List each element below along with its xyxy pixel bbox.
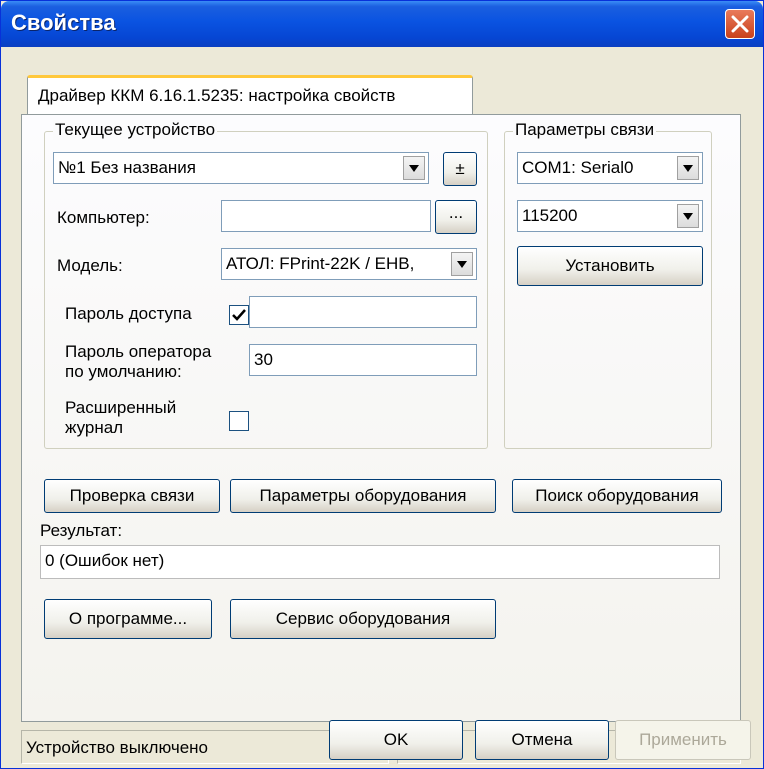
access-password-checkbox[interactable] xyxy=(229,305,249,325)
extended-log-checkbox[interactable] xyxy=(229,411,249,431)
connection-params-group: Параметры связи COM1: Serial0 115200 Уст… xyxy=(504,120,712,449)
chevron-down-icon[interactable] xyxy=(451,252,473,276)
set-connection-button[interactable]: Установить xyxy=(517,246,703,286)
title-bar[interactable]: Свойства xyxy=(1,1,763,47)
result-label: Результат: xyxy=(40,521,123,540)
operator-password-label-line1: Пароль оператора xyxy=(65,342,212,361)
model-select[interactable]: АТОЛ: FPrint-22K / ЕНВ, xyxy=(221,248,477,280)
device-select-value: №1 Без названия xyxy=(58,158,197,177)
ok-button[interactable]: OK xyxy=(329,720,463,760)
chevron-down-icon[interactable] xyxy=(403,156,425,180)
extended-log-label: Расширенный журнал xyxy=(65,398,176,438)
browse-computer-button[interactable]: ... xyxy=(435,200,477,234)
dialog-client-area: Драйвер ККМ 6.16.1.5235: настройка свойс… xyxy=(1,47,763,768)
access-password-label: Пароль доступа xyxy=(65,304,192,323)
operator-password-label: Пароль оператора по умолчанию: xyxy=(65,342,211,382)
close-button[interactable] xyxy=(725,9,755,39)
equipment-service-button[interactable]: Сервис оборудования xyxy=(230,599,496,639)
properties-dialog: Свойства Драйвер ККМ 6.16.1.5235: настро… xyxy=(0,0,764,769)
result-value: 0 (Ошибок нет) xyxy=(45,551,165,570)
equipment-params-button[interactable]: Параметры оборудования xyxy=(230,479,496,513)
close-icon xyxy=(731,15,749,33)
chevron-down-icon[interactable] xyxy=(677,156,699,180)
baud-rate-value: 115200 xyxy=(522,206,578,225)
equipment-search-button[interactable]: Поиск оборудования xyxy=(512,479,722,513)
status-text: Устройство выключено xyxy=(26,738,208,757)
computer-field[interactable] xyxy=(221,200,431,232)
connection-params-group-title: Параметры связи xyxy=(513,120,657,140)
tab-driver-settings[interactable]: Драйвер ККМ 6.16.1.5235: настройка свойс… xyxy=(27,75,473,115)
port-select-value: COM1: Serial0 xyxy=(522,158,634,177)
current-device-group: Текущее устройство №1 Без названия ± Ком… xyxy=(44,120,488,449)
current-device-group-title: Текущее устройство xyxy=(53,120,218,140)
computer-label: Компьютер: xyxy=(57,208,150,227)
model-select-value: АТОЛ: FPrint-22K / ЕНВ, xyxy=(226,254,415,273)
add-remove-device-button[interactable]: ± xyxy=(443,152,477,186)
operator-password-label-line2: по умолчанию: xyxy=(65,362,182,381)
window-title: Свойства xyxy=(11,10,116,35)
checkmark-icon xyxy=(232,309,246,321)
access-password-field[interactable] xyxy=(249,296,477,328)
operator-password-field[interactable]: 30 xyxy=(249,344,477,376)
apply-button[interactable]: Применить xyxy=(615,720,751,760)
model-label: Модель: xyxy=(57,256,123,275)
baud-rate-select[interactable]: 115200 xyxy=(517,200,703,232)
check-connection-button[interactable]: Проверка связи xyxy=(44,479,220,513)
tab-pane: Текущее устройство №1 Без названия ± Ком… xyxy=(21,114,741,722)
cancel-button[interactable]: Отмена xyxy=(475,720,609,760)
port-select[interactable]: COM1: Serial0 xyxy=(517,152,703,184)
chevron-down-icon[interactable] xyxy=(677,204,699,228)
result-field: 0 (Ошибок нет) xyxy=(40,545,720,579)
about-button[interactable]: О программе... xyxy=(44,599,212,639)
operator-password-value: 30 xyxy=(254,350,273,369)
extended-log-label-line1: Расширенный xyxy=(65,398,177,417)
tab-label: Драйвер ККМ 6.16.1.5235: настройка свойс… xyxy=(38,86,396,105)
device-select[interactable]: №1 Без названия xyxy=(53,152,429,184)
extended-log-label-line2: журнал xyxy=(65,418,124,437)
